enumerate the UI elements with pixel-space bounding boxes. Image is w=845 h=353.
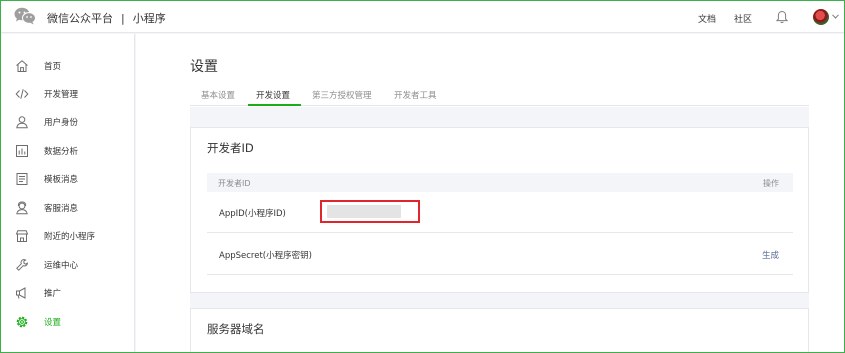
sidebar-item-label: 用户身份	[44, 118, 79, 128]
sidebar-item-operations-center[interactable]: 运维中心	[1, 255, 134, 275]
tab-basic-settings[interactable]: 基本设置	[201, 89, 235, 101]
developer-id-table-header: 开发者ID 操作	[207, 173, 793, 192]
wrench-icon	[16, 259, 28, 271]
developer-id-section-title: 开发者ID	[207, 141, 254, 155]
top-bar: 微信公众平台 | 小程序 文档 社区	[1, 1, 844, 33]
sidebar-item-customer-service[interactable]: 客服消息	[1, 198, 134, 218]
tab-third-party-authorization[interactable]: 第三方授权管理	[312, 89, 372, 101]
sidebar-item-label: 首页	[44, 62, 62, 72]
app-title[interactable]: 微信公众平台 | 小程序	[47, 10, 166, 26]
gear-icon	[16, 316, 28, 328]
chevron-down-icon[interactable]	[832, 14, 839, 19]
sidebar-item-label: 模板消息	[44, 175, 79, 185]
title-separator: |	[121, 12, 125, 25]
template-message-icon	[16, 173, 28, 185]
sidebar-item-label: 客服消息	[44, 204, 79, 214]
server-domain-card: 服务器域名	[190, 308, 809, 352]
server-domain-section-title: 服务器域名	[207, 322, 265, 336]
sidebar-item-home[interactable]: 首页	[1, 56, 134, 76]
sidebar-item-user-identity[interactable]: 用户身份	[1, 112, 134, 132]
table-row-appsecret: AppSecret(小程序密钥) 生成	[207, 234, 793, 275]
active-tab-indicator	[248, 104, 301, 106]
app-window: 微信公众平台 | 小程序 文档 社区 首页 开发管理 用户身份 数据分析 模板消…	[0, 0, 845, 353]
sidebar-item-label: 附近的小程序	[44, 232, 96, 242]
tab-developer-tools[interactable]: 开发者工具	[394, 89, 437, 101]
page-title: 设置	[190, 59, 218, 75]
community-link[interactable]: 社区	[734, 12, 752, 25]
tab-development-settings[interactable]: 开发设置	[256, 89, 290, 101]
sidebar-item-dev-management[interactable]: 开发管理	[1, 84, 134, 104]
generate-appsecret-link[interactable]: 生成	[762, 249, 779, 261]
column-header-action: 操作	[763, 179, 779, 188]
sidebar: 首页 开发管理 用户身份 数据分析 模板消息 客服消息 附近的小程序 运维中心 …	[1, 34, 135, 352]
product-name: 小程序	[132, 12, 166, 25]
sidebar-item-data-analysis[interactable]: 数据分析	[1, 141, 134, 161]
avatar[interactable]	[813, 9, 829, 25]
sidebar-item-promotion[interactable]: 推广	[1, 283, 134, 303]
column-header-developer-id: 开发者ID	[218, 179, 251, 188]
section-gap	[190, 293, 809, 308]
section-gap	[190, 107, 809, 127]
sidebar-item-nearby-mini-programs[interactable]: 附近的小程序	[1, 226, 134, 246]
sidebar-item-label: 开发管理	[44, 90, 79, 100]
sidebar-item-settings[interactable]: 设置	[1, 312, 134, 332]
wechat-logo-icon[interactable]	[14, 7, 36, 25]
sidebar-item-label: 设置	[44, 318, 62, 328]
bell-icon[interactable]	[776, 10, 788, 24]
sidebar-item-template-message[interactable]: 模板消息	[1, 169, 134, 189]
customer-service-icon	[16, 201, 28, 215]
code-icon	[15, 89, 29, 99]
sidebar-item-label: 数据分析	[44, 147, 79, 157]
bar-chart-icon	[16, 145, 28, 157]
appid-label: AppID(小程序ID)	[219, 209, 286, 219]
developer-id-card: 开发者ID 开发者ID 操作 AppID(小程序ID) AppSecret(小程…	[190, 127, 809, 293]
megaphone-icon	[16, 287, 26, 299]
sidebar-item-label: 推广	[44, 289, 62, 299]
table-row-appid: AppID(小程序ID)	[207, 192, 793, 233]
user-icon	[16, 116, 28, 129]
appid-highlight-box	[320, 200, 420, 223]
appsecret-label: AppSecret(小程序密钥)	[219, 251, 312, 261]
brand-name: 微信公众平台	[47, 12, 113, 25]
docs-link[interactable]: 文档	[698, 12, 716, 25]
home-icon	[16, 60, 28, 72]
store-icon	[15, 230, 29, 242]
sidebar-item-label: 运维中心	[44, 261, 79, 271]
